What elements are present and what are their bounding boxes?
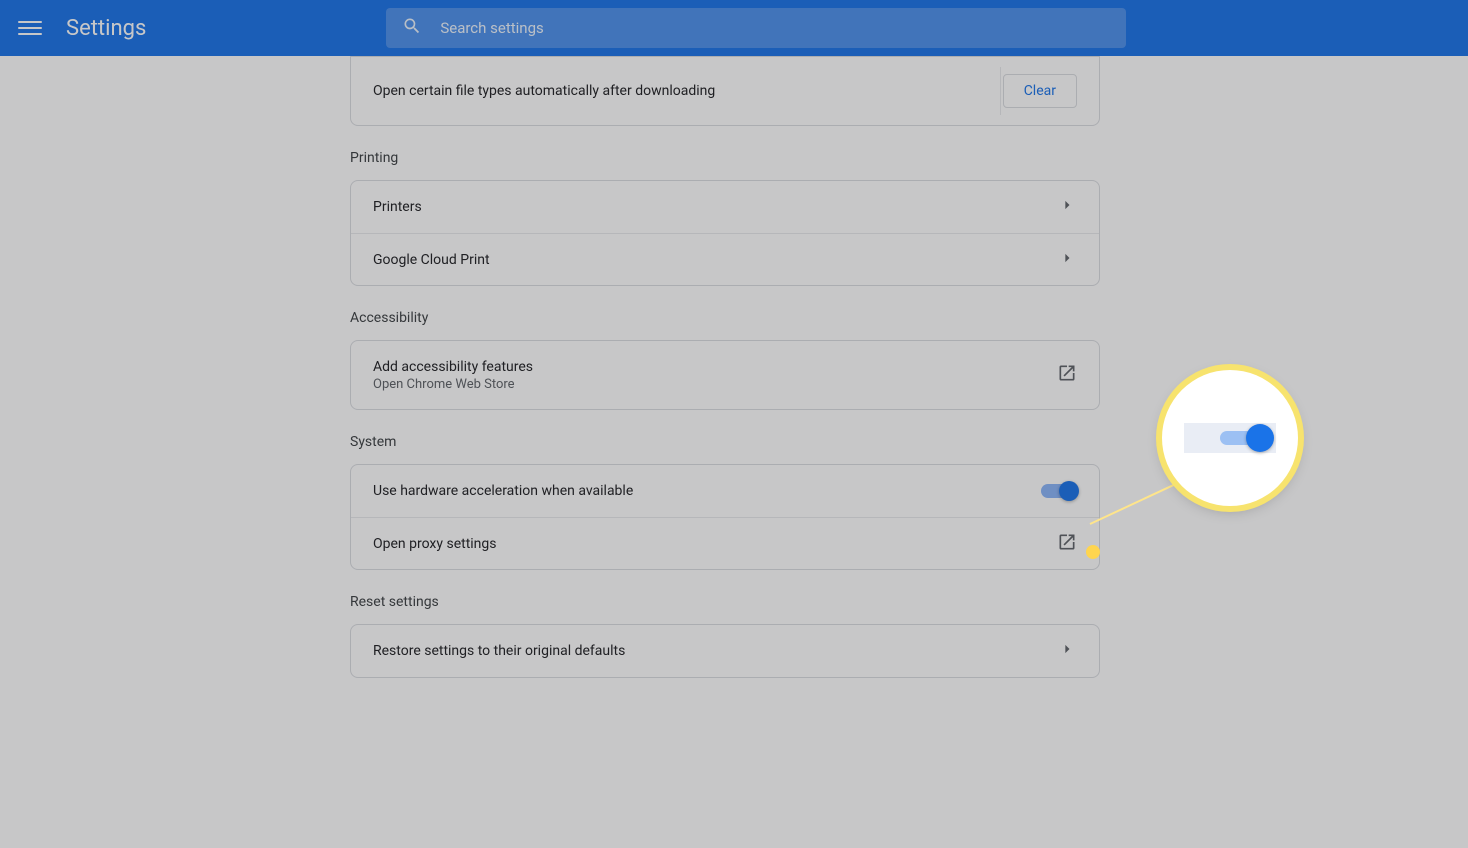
chevron-right-icon bbox=[1057, 639, 1077, 663]
add-accessibility-row[interactable]: Add accessibility features Open Chrome W… bbox=[351, 341, 1099, 409]
menu-icon[interactable] bbox=[18, 16, 42, 40]
printers-row[interactable]: Printers bbox=[351, 181, 1099, 233]
accessibility-card: Add accessibility features Open Chrome W… bbox=[350, 340, 1100, 410]
hw-accel-label: Use hardware acceleration when available bbox=[373, 483, 1041, 499]
clear-button[interactable]: Clear bbox=[1003, 74, 1077, 108]
callout-spotlight bbox=[1162, 370, 1298, 506]
callout-dot bbox=[1086, 545, 1100, 559]
chevron-right-icon bbox=[1057, 248, 1077, 272]
cloud-print-label: Google Cloud Print bbox=[373, 252, 1057, 268]
chevron-right-icon bbox=[1057, 195, 1077, 219]
open-external-icon bbox=[1057, 532, 1077, 556]
callout-row bbox=[1184, 423, 1276, 453]
add-accessibility-label: Add accessibility features bbox=[373, 359, 1057, 375]
callout-toggle bbox=[1220, 431, 1270, 445]
system-title: System bbox=[350, 434, 1100, 450]
system-card: Use hardware acceleration when available… bbox=[350, 464, 1100, 570]
top-header: Settings bbox=[0, 0, 1468, 56]
restore-row[interactable]: Restore settings to their original defau… bbox=[351, 625, 1099, 677]
content-area: Open certain file types automatically af… bbox=[0, 0, 1468, 702]
proxy-row[interactable]: Open proxy settings bbox=[351, 517, 1099, 569]
search-icon bbox=[402, 16, 440, 40]
reset-card: Restore settings to their original defau… bbox=[350, 624, 1100, 678]
open-external-icon bbox=[1057, 363, 1077, 387]
open-file-types-row: Open certain file types automatically af… bbox=[351, 57, 1099, 125]
downloads-card: Open certain file types automatically af… bbox=[350, 56, 1100, 126]
open-file-types-label: Open certain file types automatically af… bbox=[373, 83, 1003, 99]
printing-title: Printing bbox=[350, 150, 1100, 166]
printing-card: Printers Google Cloud Print bbox=[350, 180, 1100, 286]
printers-label: Printers bbox=[373, 199, 1057, 215]
search-input[interactable] bbox=[440, 19, 1110, 37]
add-accessibility-sub: Open Chrome Web Store bbox=[373, 377, 1057, 392]
restore-label: Restore settings to their original defau… bbox=[373, 643, 1057, 659]
app-title: Settings bbox=[66, 16, 146, 41]
proxy-label: Open proxy settings bbox=[373, 536, 1057, 552]
hw-accel-row: Use hardware acceleration when available bbox=[351, 465, 1099, 517]
search-box[interactable] bbox=[386, 8, 1126, 48]
cloud-print-row[interactable]: Google Cloud Print bbox=[351, 233, 1099, 285]
accessibility-title: Accessibility bbox=[350, 310, 1100, 326]
hw-accel-toggle[interactable] bbox=[1041, 484, 1077, 498]
reset-title: Reset settings bbox=[350, 594, 1100, 610]
